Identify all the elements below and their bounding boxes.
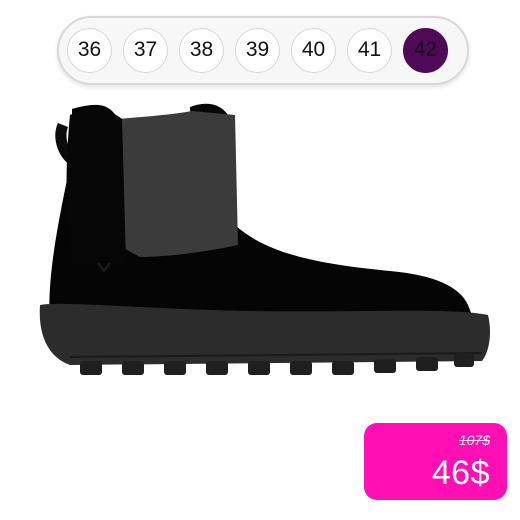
size-option-39[interactable]: 39 (235, 28, 280, 73)
old-price: 107$ (458, 432, 490, 448)
size-option-40[interactable]: 40 (291, 28, 336, 73)
price-badge: 107$ 46$ (364, 423, 507, 500)
size-selector: 36 37 38 39 40 41 42 (57, 16, 469, 85)
size-option-36[interactable]: 36 (67, 28, 112, 73)
current-price: 46$ (431, 454, 490, 492)
size-option-38[interactable]: 38 (179, 28, 224, 73)
size-option-41[interactable]: 41 (347, 28, 392, 73)
product-image (30, 95, 500, 410)
black-chelsea-boot-icon (39, 103, 490, 375)
size-option-42-selected[interactable]: 42 (403, 28, 448, 73)
size-option-37[interactable]: 37 (123, 28, 168, 73)
